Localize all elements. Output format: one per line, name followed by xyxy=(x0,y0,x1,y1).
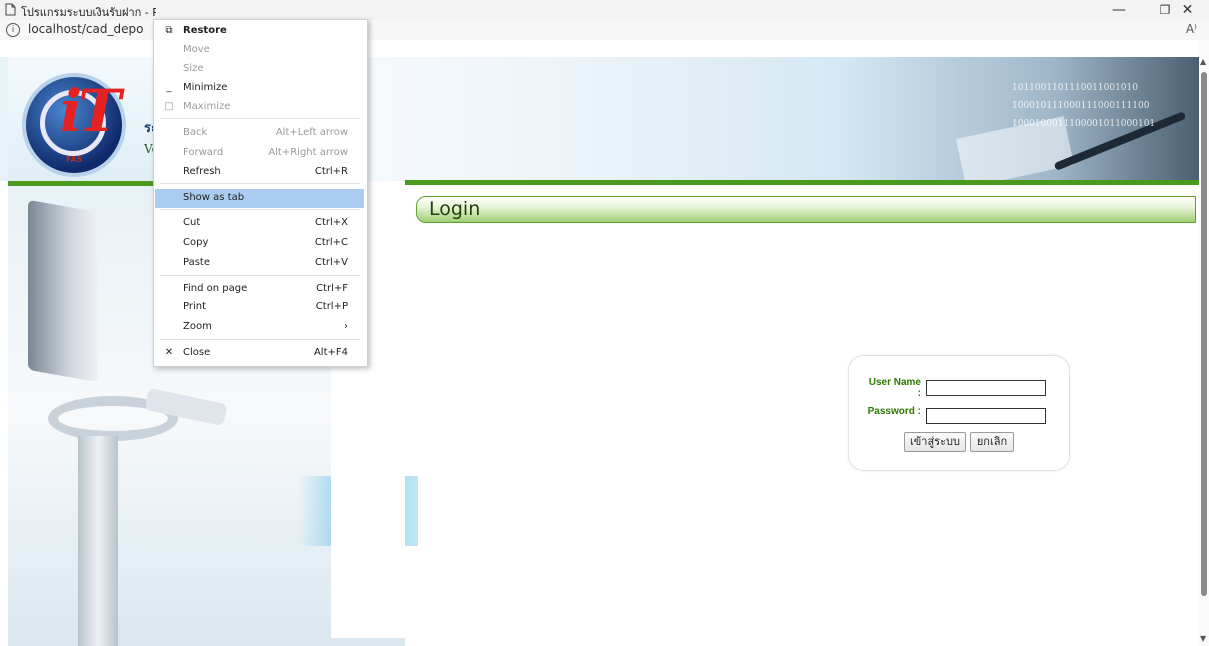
menu-separator xyxy=(160,209,360,210)
menu-item-shortcut: Ctrl+P xyxy=(315,301,348,312)
scroll-up-arrow-icon[interactable]: ▲ xyxy=(1200,57,1206,66)
menu-item-forward: Forward Alt+Right arrow xyxy=(155,144,364,163)
menu-item-maximize: □ Maximize xyxy=(155,98,364,117)
logo: iT FAS ระ Ve xyxy=(8,57,159,181)
menu-item-label: Minimize xyxy=(183,82,228,93)
menu-item-shortcut: Ctrl+C xyxy=(314,237,348,248)
window-context-menu: ⧉ Restore Move Size _ Minimize □ Maximize Back Al… xyxy=(153,19,368,367)
minimize-window-button[interactable]: — xyxy=(1096,0,1142,20)
binary-decoration: 1011001101110011001010 10001011100011100… xyxy=(1012,79,1155,133)
info-icon[interactable]: i xyxy=(6,23,20,37)
logo-it-text: iT xyxy=(60,77,121,145)
menu-item-refresh[interactable]: Refresh Ctrl+R xyxy=(155,163,364,182)
menu-item-back: Back Alt+Left arrow xyxy=(155,124,364,143)
menu-item-label: Refresh xyxy=(183,166,221,177)
menu-item-shortcut: Alt+F4 xyxy=(313,347,348,358)
close-icon: ✕ xyxy=(164,347,174,358)
menu-item-paste[interactable]: Paste Ctrl+V xyxy=(155,254,364,273)
monitor-graphic xyxy=(28,199,98,383)
menu-separator xyxy=(160,275,360,276)
menu-item-show-as-tab[interactable]: Show as tab xyxy=(155,189,364,208)
menu-item-label: Maximize xyxy=(183,101,231,112)
menu-item-label: Show as tab xyxy=(183,192,245,203)
login-title: Login xyxy=(429,198,481,220)
menu-item-minimize[interactable]: _ Minimize xyxy=(155,79,364,98)
minimize-icon: _ xyxy=(166,82,172,93)
window-title: โปรแกรมระบบเงินรับฝาก - Pro xyxy=(21,6,156,19)
title-bar: โปรแกรมระบบเงินรับฝาก - Pro — ❐ ✕ xyxy=(0,0,1209,20)
menu-item-label: Paste xyxy=(183,257,210,268)
menu-item-shortcut: Ctrl+R xyxy=(314,166,348,177)
menu-item-label: Print xyxy=(183,301,207,312)
menu-item-label: Forward xyxy=(183,147,224,158)
green-divider-right xyxy=(405,180,1199,185)
menu-item-label: Close xyxy=(183,347,211,358)
menu-item-label: Move xyxy=(183,44,210,55)
menu-item-label: Back xyxy=(183,127,208,138)
menu-item-label: Copy xyxy=(183,237,209,248)
stand-pole-graphic xyxy=(78,436,118,646)
binary-line: 100010111000111000111100 xyxy=(1012,101,1150,111)
binary-line: 1011001101110011001010 xyxy=(1012,83,1138,93)
scroll-down-arrow-icon[interactable]: ▼ xyxy=(1200,634,1206,643)
menu-item-close[interactable]: ✕ Close Alt+F4 xyxy=(155,344,364,363)
menu-separator xyxy=(160,339,360,340)
menu-item-zoom[interactable]: Zoom › xyxy=(155,318,364,337)
menu-separator xyxy=(160,183,360,184)
menu-item-label: Zoom xyxy=(183,321,212,332)
menu-item-shortcut: Alt+Left arrow xyxy=(275,127,348,138)
menu-item-print[interactable]: Print Ctrl+P xyxy=(155,298,364,317)
menu-item-restore[interactable]: ⧉ Restore xyxy=(155,22,364,41)
username-input[interactable] xyxy=(926,380,1046,396)
menu-item-cut[interactable]: Cut Ctrl+X xyxy=(155,214,364,233)
menu-item-shortcut: Ctrl+F xyxy=(316,283,348,294)
menu-item-shortcut: › xyxy=(344,321,348,332)
menu-item-label: Restore xyxy=(183,25,227,36)
menu-item-shortcut: Ctrl+X xyxy=(314,217,348,228)
restore-icon: ⧉ xyxy=(165,25,173,36)
close-window-button[interactable]: ✕ xyxy=(1166,0,1209,20)
logo-fas-text: FAS xyxy=(66,155,83,164)
menu-item-shortcut: Alt+Right arrow xyxy=(268,147,348,158)
menu-item-label: Find on page xyxy=(183,283,248,294)
page-icon xyxy=(5,3,16,16)
username-label: User Name : xyxy=(868,377,921,399)
menu-item-label: Cut xyxy=(183,217,201,228)
password-label: Password : xyxy=(867,406,921,417)
password-input[interactable] xyxy=(926,408,1046,424)
menu-item-copy[interactable]: Copy Ctrl+C xyxy=(155,234,364,253)
menu-item-find-on-page[interactable]: Find on page Ctrl+F xyxy=(155,280,364,299)
url-text[interactable]: localhost/cad_depo xyxy=(28,22,153,36)
menu-item-shortcut: Ctrl+V xyxy=(314,257,348,268)
login-cancel-button[interactable]: ยกเลิก xyxy=(970,432,1014,452)
login-form: User Name : Password : เข้าสู่ระบบ ยกเลิ… xyxy=(848,355,1070,471)
read-aloud-icon[interactable]: A⁾ xyxy=(1186,22,1197,36)
menu-item-label: Size xyxy=(183,63,204,74)
maximize-icon: □ xyxy=(164,101,174,112)
scrollbar-thumb[interactable] xyxy=(1201,72,1207,596)
login-submit-button[interactable]: เข้าสู่ระบบ xyxy=(904,432,966,452)
binary-line: 1000100011100001011000101 xyxy=(1012,119,1156,129)
login-header-bar: Login xyxy=(416,196,1196,223)
menu-separator xyxy=(160,118,360,119)
menu-item-size: Size xyxy=(155,60,364,79)
menu-item-move: Move xyxy=(155,41,364,60)
